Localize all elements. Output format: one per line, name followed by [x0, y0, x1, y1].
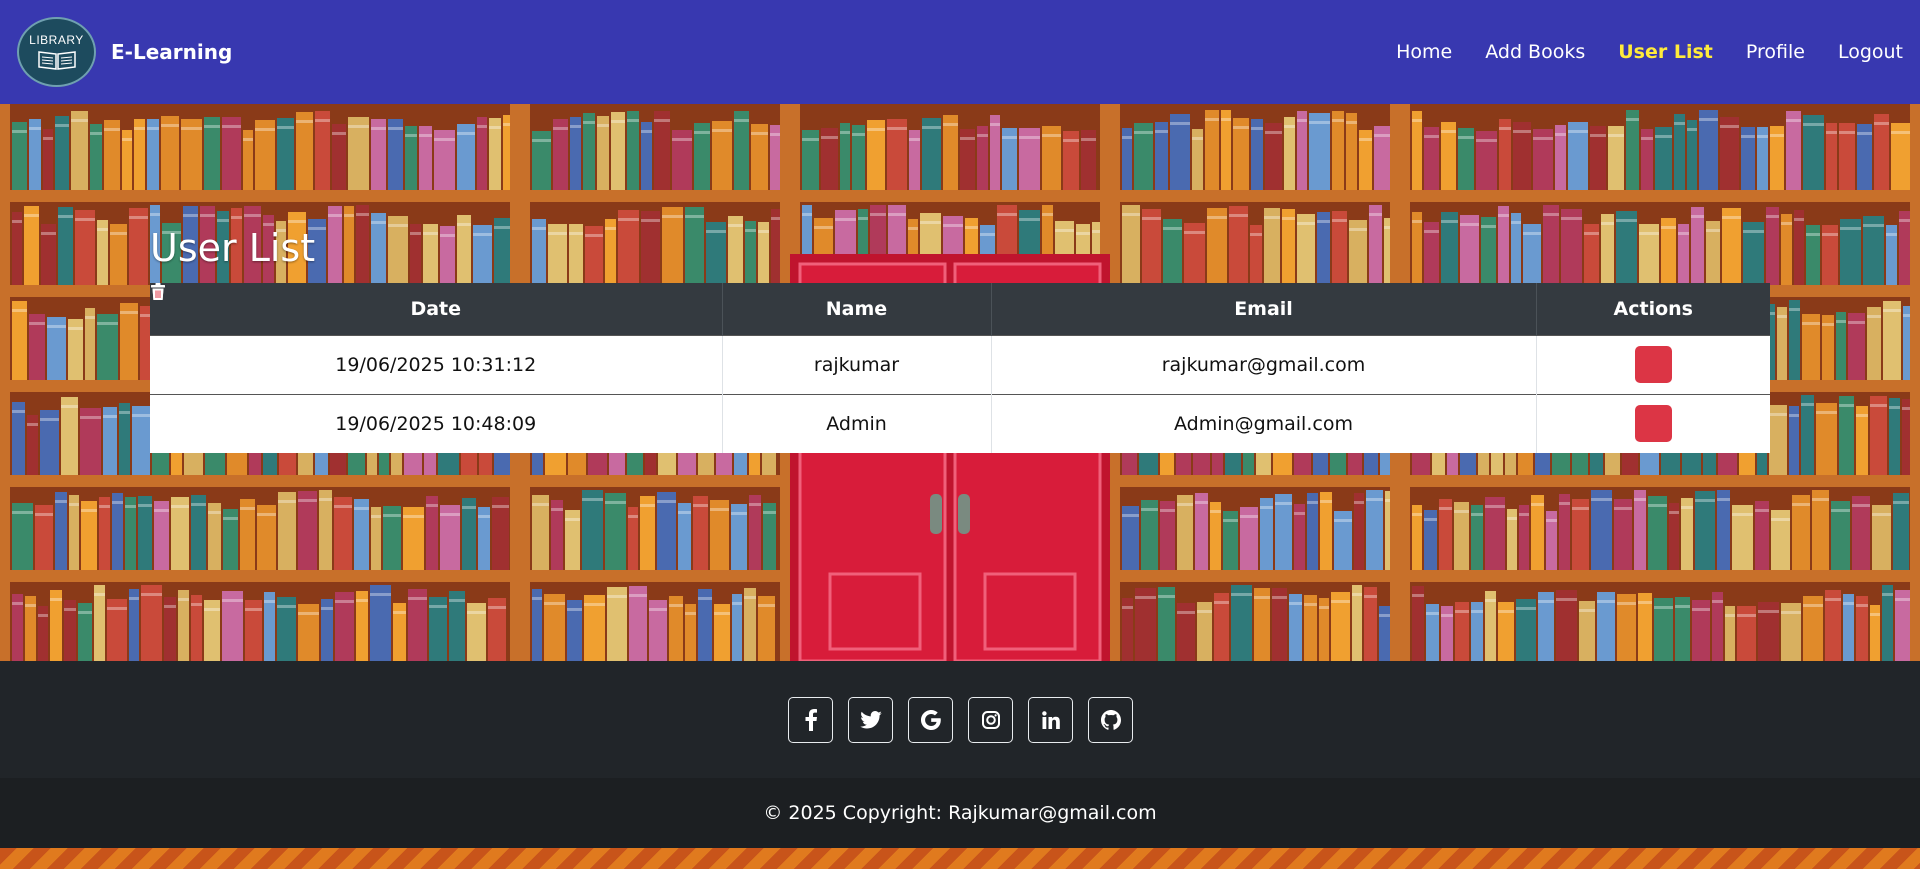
nav-logout[interactable]: Logout [1838, 41, 1903, 63]
cell-email: Admin@gmail.com [991, 393, 1537, 453]
facebook-button[interactable] [788, 696, 833, 743]
header-name: Name [722, 283, 992, 335]
table-row: 19/06/2025 10:31:12 rajkumar rajkumar@gm… [150, 283, 1770, 394]
book-icon [37, 51, 76, 70]
delete-button[interactable] [151, 283, 1672, 443]
cell-date: 19/06/2025 10:31:12 [150, 334, 723, 394]
instagram-button[interactable] [968, 696, 1013, 743]
footer-social [0, 661, 1920, 778]
table-row: 19/06/2025 10:48:09 Admin Admin@gmail.co… [150, 283, 1770, 453]
linkedin-icon [1041, 710, 1060, 729]
library-logo[interactable]: LIBRARY [17, 17, 96, 87]
google-button[interactable] [908, 696, 953, 743]
header-actions: Actions [1536, 283, 1770, 335]
page-title: User List [150, 226, 316, 270]
nav-add-books[interactable]: Add Books [1485, 41, 1585, 63]
github-icon [1100, 709, 1121, 730]
cell-email: rajkumar@gmail.com [991, 334, 1537, 394]
user-table-container: Date Name Email Actions 19/06/2025 10:31… [150, 283, 1770, 453]
cell-name: rajkumar [722, 334, 992, 394]
header-email: Email [991, 283, 1537, 335]
delete-button[interactable] [151, 283, 1672, 383]
user-table: Date Name Email Actions 19/06/2025 10:31… [150, 283, 1770, 453]
nav-home[interactable]: Home [1396, 41, 1452, 63]
brand[interactable]: LIBRARY E-Learning [17, 17, 232, 87]
cell-name: Admin [722, 393, 992, 453]
twitter-button[interactable] [848, 696, 893, 743]
navbar: LIBRARY E-Learning Home Add Books User L… [0, 0, 1920, 104]
library-background: User List Date Name Email Actions 19/06/… [0, 104, 1920, 661]
header-date: Date [150, 283, 723, 335]
nav-user-list[interactable]: User List [1618, 41, 1713, 63]
github-button[interactable] [1088, 696, 1133, 743]
brand-name[interactable]: E-Learning [111, 40, 232, 64]
cell-date: 19/06/2025 10:48:09 [150, 393, 723, 453]
nav-links: Home Add Books User List Profile Logout [1363, 41, 1903, 63]
instagram-icon [981, 710, 1000, 729]
facebook-icon [805, 708, 817, 731]
nav-profile[interactable]: Profile [1746, 41, 1805, 63]
trash-icon [151, 283, 165, 300]
twitter-icon [859, 710, 882, 728]
floor-pattern [0, 848, 1920, 869]
copyright: © 2025 Copyright: Rajkumar@gmail.com [0, 778, 1920, 848]
cell-actions [151, 283, 1770, 394]
logo-text: LIBRARY [29, 33, 84, 47]
linkedin-button[interactable] [1028, 696, 1073, 743]
table-header-row: Date Name Email Actions [150, 283, 1770, 335]
google-icon [920, 709, 941, 730]
cell-actions [151, 283, 1770, 453]
